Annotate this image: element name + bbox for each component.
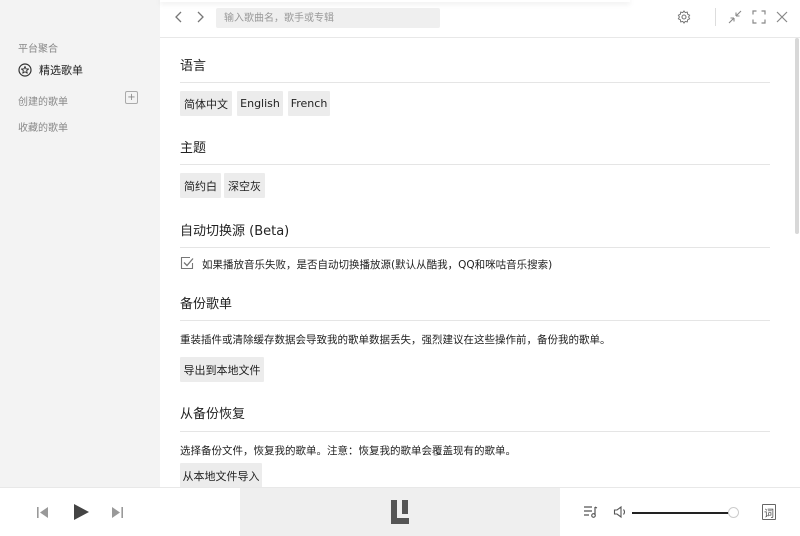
section-divider (180, 164, 770, 165)
chevron-left-icon[interactable] (172, 10, 186, 24)
topbar-separator (715, 8, 716, 26)
sidebar-section-created-playlists[interactable]: 创建的歌单 (18, 93, 68, 108)
fullscreen-icon[interactable] (752, 10, 766, 24)
playlist-icon[interactable] (582, 504, 598, 520)
language-option-en[interactable]: English (237, 91, 283, 116)
sidebar-section-collected-playlists[interactable]: 收藏的歌单 (18, 119, 68, 134)
import-from-file-button[interactable]: 从本地文件导入 (180, 463, 262, 487)
star-circle-icon (18, 63, 32, 77)
close-icon[interactable] (775, 10, 789, 24)
section-divider (180, 431, 770, 432)
section-divider (180, 320, 770, 321)
chevron-right-icon[interactable] (193, 10, 207, 24)
player-bar: 词 (0, 487, 800, 536)
lyrics-button[interactable]: 词 (762, 504, 776, 520)
add-playlist-button[interactable]: + (125, 91, 138, 104)
auto-switch-label: 如果播放音乐失败，是否自动切换播放源(默认从酷我，QQ和咪咕音乐搜索) (202, 259, 553, 271)
language-title: 语言 (180, 59, 207, 74)
auto-switch-checkbox[interactable] (180, 256, 194, 270)
search-input[interactable] (216, 8, 440, 28)
sidebar-item-featured-playlist[interactable]: 精选歌单 (18, 62, 83, 78)
section-divider (180, 247, 770, 248)
volume-icon[interactable] (612, 504, 628, 520)
app-logo-icon (389, 499, 411, 525)
minimize-icon[interactable] (728, 10, 742, 24)
restore-description: 选择备份文件，恢复我的歌单。注意：恢复我的歌单会覆盖现有的歌单。 (180, 445, 516, 457)
theme-title: 主题 (180, 141, 207, 156)
previous-track-icon[interactable] (35, 505, 49, 519)
top-bar (160, 0, 800, 38)
scrollbar[interactable] (795, 38, 799, 234)
volume-slider-track[interactable] (632, 512, 736, 514)
backup-description: 重装插件或清除缓存数据会导致我的歌单数据丢失，强烈建议在这些操作前，备份我的歌单… (180, 334, 611, 346)
theme-option-space-gray[interactable]: 深空灰 (224, 173, 265, 198)
backup-title: 备份歌单 (180, 297, 233, 312)
top-bar-shadow (160, 0, 630, 2)
now-playing-area (240, 488, 560, 536)
sidebar: 平台聚合 精选歌单 创建的歌单 + 收藏的歌单 (0, 0, 160, 487)
auto-switch-title: 自动切换源 (Beta) (180, 224, 290, 239)
play-icon[interactable] (71, 502, 91, 522)
next-track-icon[interactable] (110, 505, 124, 519)
language-option-fr[interactable]: French (288, 91, 330, 116)
restore-title: 从备份恢复 (180, 407, 246, 422)
sidebar-item-label: 精选歌单 (39, 64, 83, 77)
theme-option-simple-white[interactable]: 简约白 (180, 173, 221, 198)
gear-icon[interactable] (677, 10, 691, 24)
sidebar-section-platform: 平台聚合 (18, 44, 58, 55)
settings-panel: 语言 简体中文 English French 主题 简约白 深空灰 自动切换源 … (180, 38, 770, 487)
language-option-zh[interactable]: 简体中文 (180, 91, 232, 116)
volume-slider-knob[interactable] (727, 507, 739, 518)
section-divider (180, 82, 770, 83)
export-to-file-button[interactable]: 导出到本地文件 (180, 357, 264, 382)
